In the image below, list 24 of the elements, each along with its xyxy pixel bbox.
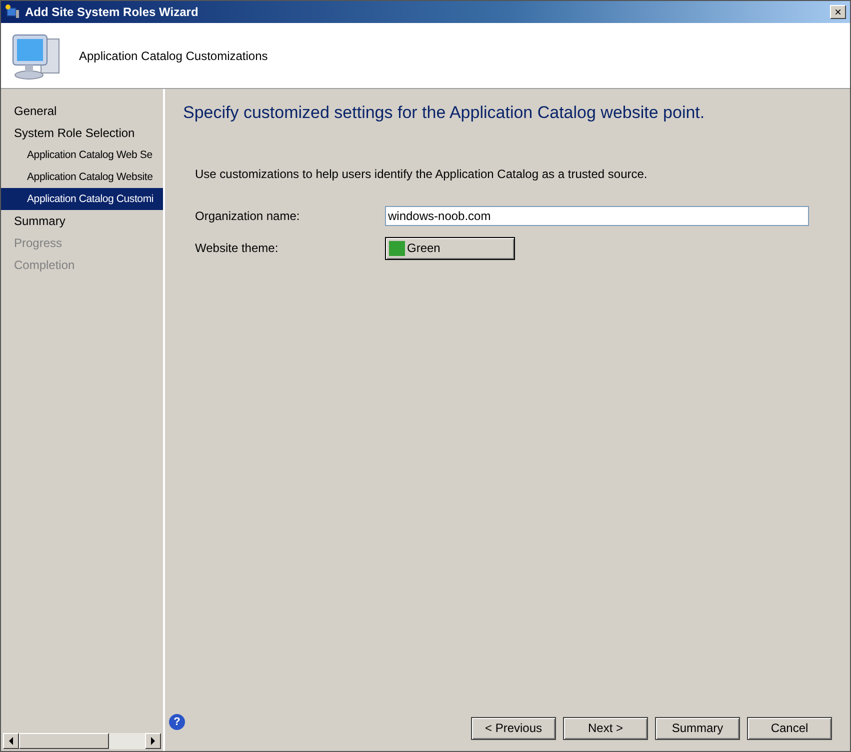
field-label: Organization name: bbox=[195, 209, 301, 223]
horizontal-scrollbar[interactable] bbox=[3, 733, 161, 749]
organization-name-field[interactable]: windows-noob.com bbox=[385, 206, 809, 226]
wizard-button[interactable]: < Previous bbox=[471, 716, 556, 740]
help-icon[interactable]: ? bbox=[169, 714, 185, 730]
right-arrow-icon[interactable] bbox=[150, 737, 156, 745]
sidebar-item[interactable]: Application Catalog Website bbox=[1, 166, 163, 188]
sidebar-item[interactable]: Application Catalog Customi bbox=[1, 188, 163, 210]
close-button[interactable]: × bbox=[830, 5, 846, 19]
page-heading: Specify customized settings for the Application Catalog website point. bbox=[183, 103, 706, 123]
wizard-button[interactable]: Summary bbox=[655, 716, 740, 740]
wizard-button[interactable]: Next > bbox=[563, 716, 648, 740]
sidebar-item[interactable]: System Role Selection bbox=[1, 122, 163, 144]
sidebar-item[interactable]: Summary bbox=[1, 210, 163, 232]
wizard-button[interactable]: Cancel bbox=[747, 716, 832, 740]
description-text: Use customizations to help users identify the Application Catalog as a trusted source. bbox=[195, 167, 648, 181]
theme-button[interactable]: Green bbox=[385, 236, 515, 260]
sidebar-item[interactable]: General bbox=[1, 100, 163, 122]
window-title: Add Site System Roles Wizard bbox=[25, 5, 200, 19]
wizard-icon bbox=[5, 4, 21, 20]
sidebar-item[interactable]: Application Catalog Web Se bbox=[1, 144, 163, 166]
field-label: Website theme: bbox=[195, 241, 280, 255]
page-title: Application Catalog Customizations bbox=[79, 48, 268, 62]
left-arrow-icon[interactable] bbox=[8, 737, 14, 745]
